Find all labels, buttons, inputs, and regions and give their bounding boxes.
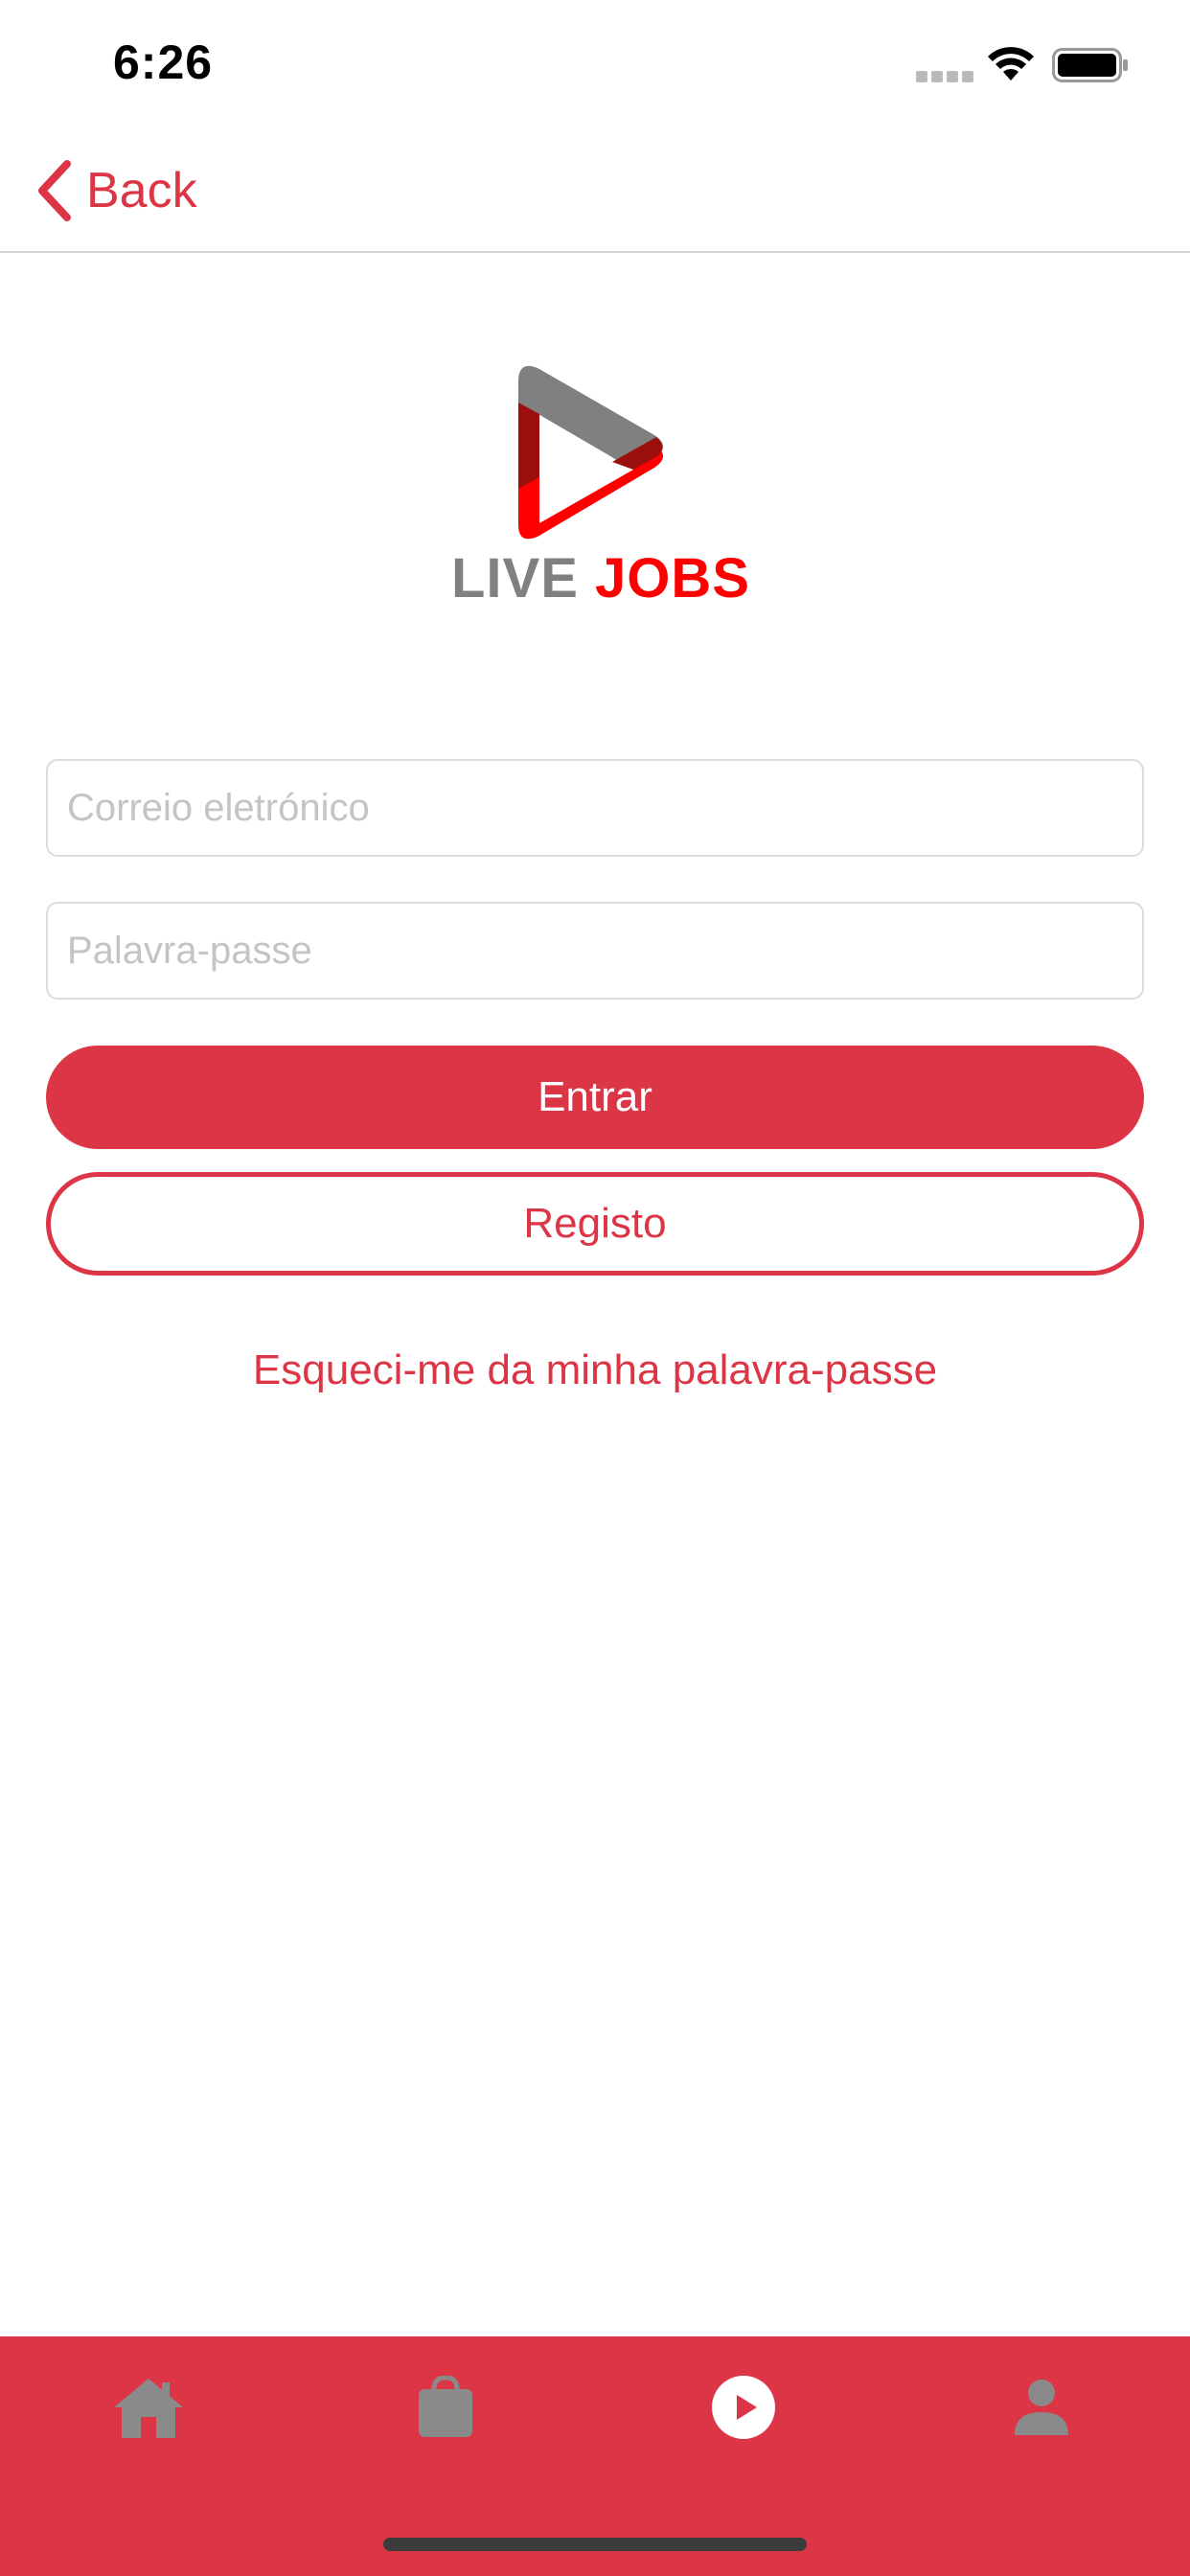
person-icon xyxy=(1015,2380,1068,2435)
wifi-icon xyxy=(988,47,1034,80)
back-button[interactable]: Back xyxy=(34,155,197,226)
register-button[interactable]: Registo xyxy=(46,1172,1144,1276)
login-screen: 6:26 Back LIVE JOBS Correio eletrónico E… xyxy=(0,0,1190,2576)
tab-live[interactable] xyxy=(686,2359,801,2455)
email-field[interactable] xyxy=(46,759,1144,857)
tab-home[interactable] xyxy=(91,2359,206,2455)
chevron-left-icon xyxy=(38,160,71,221)
navigation-bar: Back xyxy=(0,126,1190,253)
password-field[interactable] xyxy=(46,902,1144,1000)
logo-word-live: LIVE xyxy=(451,547,579,610)
tab-profile[interactable] xyxy=(984,2359,1099,2455)
logo-wordmark: LIVE JOBS xyxy=(451,546,749,610)
tab-jobs[interactable] xyxy=(388,2359,503,2455)
status-time: 6:26 xyxy=(113,35,214,89)
login-button[interactable]: Entrar xyxy=(46,1046,1144,1149)
app-logo: LIVE JOBS xyxy=(451,345,749,623)
play-circle-icon xyxy=(712,2376,775,2439)
logo-word-jobs: JOBS xyxy=(595,547,750,610)
back-label: Back xyxy=(86,163,197,218)
cellular-signal-icon xyxy=(916,71,973,82)
status-bar: 6:26 xyxy=(0,0,1190,126)
briefcase-icon xyxy=(419,2376,472,2437)
battery-icon xyxy=(1052,48,1128,82)
play-logo-icon xyxy=(518,365,663,540)
home-icon xyxy=(114,2379,183,2438)
home-indicator xyxy=(383,2538,807,2551)
forgot-password-link[interactable]: Esqueci-me da minha palavra-passe xyxy=(0,1346,1190,1394)
